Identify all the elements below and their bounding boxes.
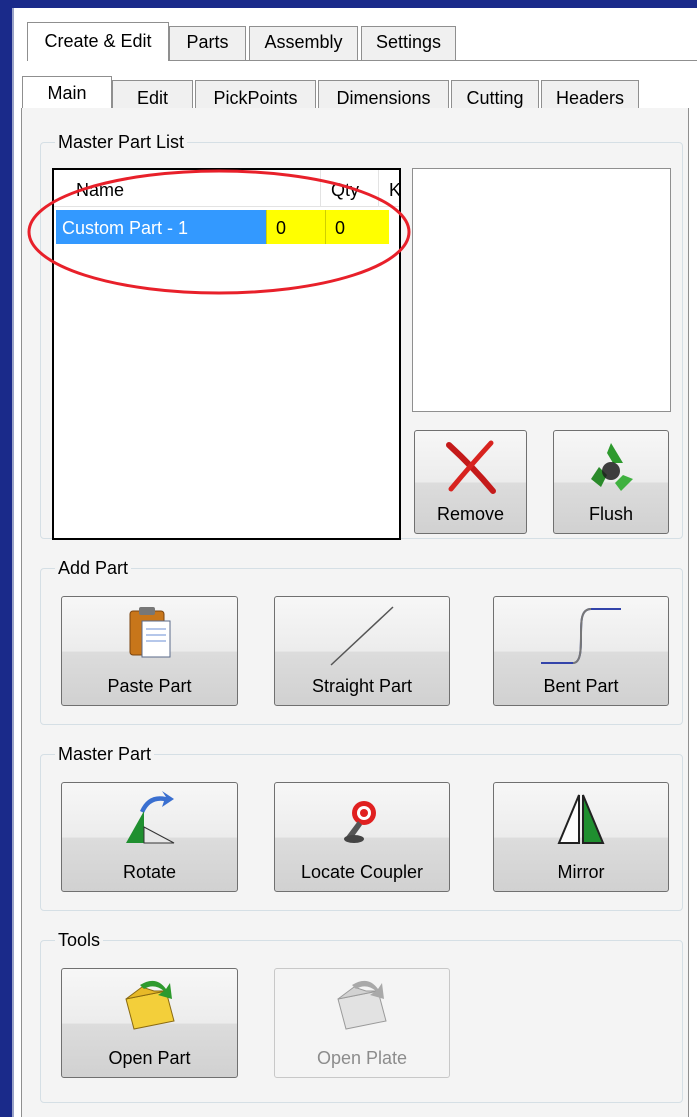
column-qty[interactable]: Qty xyxy=(320,170,378,206)
locate-coupler-label: Locate Coupler xyxy=(300,862,424,882)
open-folder-icon xyxy=(122,977,178,1039)
mirror-button[interactable]: Mirror xyxy=(493,782,669,892)
recycle-icon xyxy=(583,439,639,501)
part-preview-pane xyxy=(412,168,671,412)
tab-parts[interactable]: Parts xyxy=(169,26,246,60)
add-part-title: Add Part xyxy=(58,558,129,578)
list-header: Name Qty Key xyxy=(54,170,399,207)
remove-button[interactable]: Remove xyxy=(414,430,527,534)
tab-headers[interactable]: Headers xyxy=(541,80,639,108)
window-frame-top xyxy=(0,0,697,8)
tab-assembly[interactable]: Assembly xyxy=(249,26,358,60)
column-key[interactable]: Key xyxy=(378,170,399,206)
part-name-cell: Custom Part - 1 xyxy=(56,210,266,244)
rotate-icon xyxy=(122,791,178,853)
mirror-icon xyxy=(553,791,609,853)
tools-title: Tools xyxy=(58,930,101,950)
master-part-list[interactable]: Name Qty Key Custom Part - 1 0 0 xyxy=(52,168,401,540)
remove-button-label: Remove xyxy=(436,504,505,524)
part-key-cell[interactable]: 0 xyxy=(325,210,389,244)
locate-coupler-button[interactable]: Locate Coupler xyxy=(274,782,450,892)
tab-main[interactable]: Main xyxy=(22,76,112,109)
bent-part-label: Bent Part xyxy=(543,676,619,696)
tab-cutting[interactable]: Cutting xyxy=(451,80,539,108)
master-part-title: Master Part xyxy=(58,744,152,764)
column-name[interactable]: Name xyxy=(76,170,256,206)
tab-edit[interactable]: Edit xyxy=(112,80,193,108)
flush-button-label: Flush xyxy=(588,504,633,524)
open-plate-label: Open Plate xyxy=(316,1048,408,1068)
window-frame-left xyxy=(0,0,12,1117)
rotate-button[interactable]: Rotate xyxy=(61,782,238,892)
table-row[interactable]: Custom Part - 1 0 0 xyxy=(56,210,389,244)
open-plate-folder-icon xyxy=(334,977,390,1039)
flush-button[interactable]: Flush xyxy=(553,430,669,534)
bent-part-button[interactable]: Bent Part xyxy=(493,596,669,706)
rotate-label: Rotate xyxy=(122,862,177,882)
open-plate-button[interactable]: Open Plate xyxy=(274,968,450,1078)
tab-settings[interactable]: Settings xyxy=(361,26,456,60)
tab-dimensions[interactable]: Dimensions xyxy=(318,80,449,108)
straight-part-label: Straight Part xyxy=(311,676,413,696)
paste-part-label: Paste Part xyxy=(107,676,192,696)
remove-x-icon xyxy=(443,439,499,501)
open-part-button[interactable]: Open Part xyxy=(61,968,238,1078)
master-part-list-title: Master Part List xyxy=(58,132,185,152)
straight-line-icon xyxy=(327,605,397,673)
outer-tabstrip-line xyxy=(167,60,697,61)
open-part-label: Open Part xyxy=(108,1048,191,1068)
bent-line-icon xyxy=(539,605,623,673)
tab-pickpoints[interactable]: PickPoints xyxy=(195,80,316,108)
tab-create-edit[interactable]: Create & Edit xyxy=(27,22,169,61)
part-qty-cell[interactable]: 0 xyxy=(266,210,325,244)
clipboard-icon xyxy=(126,605,174,667)
paste-part-button[interactable]: Paste Part xyxy=(61,596,238,706)
straight-part-button[interactable]: Straight Part xyxy=(274,596,450,706)
mirror-label: Mirror xyxy=(557,862,605,882)
locate-target-icon xyxy=(338,791,386,853)
